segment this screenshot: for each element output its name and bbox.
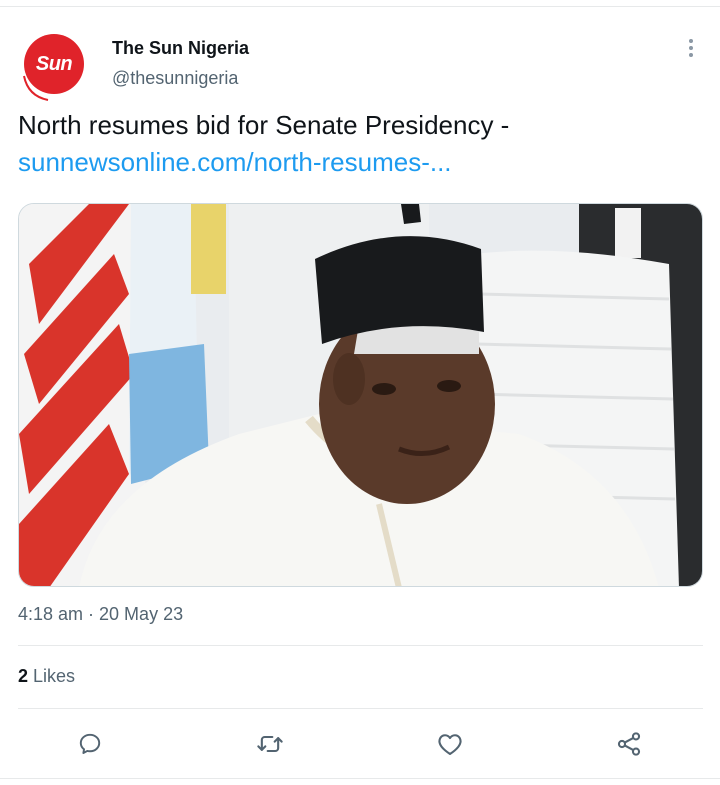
likes-label: Likes bbox=[28, 666, 76, 686]
retweet-icon bbox=[257, 735, 283, 753]
share-button[interactable] bbox=[613, 728, 645, 760]
divider-stats-top bbox=[18, 645, 703, 646]
reply-button[interactable] bbox=[74, 728, 106, 760]
share-icon bbox=[617, 732, 641, 756]
divider-actions-top bbox=[18, 708, 703, 709]
retweet-button[interactable] bbox=[254, 728, 286, 760]
avatar-logo: Sun bbox=[24, 34, 84, 94]
heart-icon bbox=[438, 734, 462, 755]
avatar-logo-text: Sun bbox=[35, 52, 73, 75]
more-options-icon[interactable] bbox=[681, 36, 701, 62]
tweet-timestamp[interactable]: 4:18 am · 20 May 23 bbox=[18, 604, 183, 625]
account-handle[interactable]: @thesunnigeria bbox=[112, 68, 238, 89]
tweet-photo[interactable] bbox=[18, 203, 703, 587]
reply-icon bbox=[79, 733, 101, 754]
tweet-link[interactable]: sunnewsonline.com/north-resumes-... bbox=[18, 146, 452, 178]
tweet-text: North resumes bid for Senate Presidency … bbox=[18, 110, 510, 140]
photo-illustration bbox=[19, 204, 702, 586]
like-button[interactable] bbox=[434, 728, 466, 760]
likes-count[interactable]: 2 Likes bbox=[18, 666, 75, 687]
likes-number: 2 bbox=[18, 666, 29, 686]
bottom-divider bbox=[0, 778, 720, 779]
account-name[interactable]: The Sun Nigeria bbox=[112, 38, 249, 59]
top-divider bbox=[0, 6, 720, 7]
avatar[interactable]: Sun bbox=[18, 30, 92, 104]
